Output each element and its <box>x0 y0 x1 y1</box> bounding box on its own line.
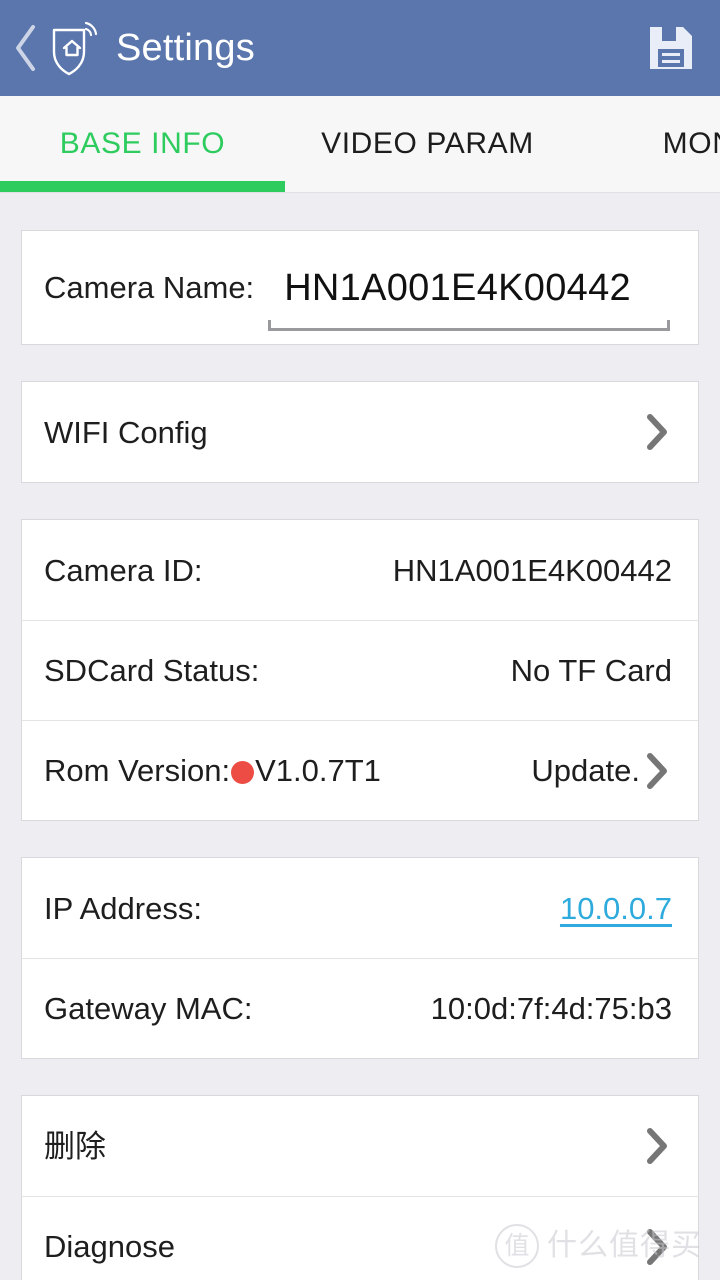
ip-address-label: IP Address: <box>44 890 202 926</box>
app-bar: Settings <box>0 0 720 96</box>
network-info-card: IP Address: 10.0.0.7 Gateway MAC: 10:0d:… <box>21 857 699 1059</box>
sdcard-status-row: SDCard Status: No TF Card <box>22 620 698 720</box>
back-button[interactable] <box>8 18 42 78</box>
active-tab-indicator <box>0 181 285 192</box>
settings-screen: Settings BASE INFO VIDEO PARAM MO Camera… <box>0 0 720 1280</box>
settings-content: Camera Name: HN1A001E4K00442 WIFI Config <box>0 194 720 1280</box>
ip-address-link[interactable]: 10.0.0.7 <box>560 893 672 924</box>
device-info-card: Camera ID: HN1A001E4K00442 SDCard Status… <box>21 519 699 821</box>
tab-label: BASE INFO <box>59 127 226 160</box>
shield-home-wifi-logo <box>44 17 100 79</box>
camera-name-value: HN1A001E4K00442 <box>284 266 631 309</box>
save-floppy-icon <box>646 23 696 73</box>
chevron-right-icon <box>642 1126 672 1166</box>
sdcard-status-label: SDCard Status: <box>44 653 260 688</box>
gateway-mac-value: 10:0d:7f:4d:75:b3 <box>430 991 672 1026</box>
tab-bar: BASE INFO VIDEO PARAM MONIT <box>0 96 720 193</box>
update-available-badge <box>231 761 255 784</box>
rom-version-value: V1.0.7T1 <box>255 753 381 788</box>
rom-version-row[interactable]: Rom Version: V1.0.7T1 Update. <box>22 720 698 820</box>
chevron-right-icon <box>642 412 672 452</box>
tab-video-param[interactable]: VIDEO PARAM <box>285 96 570 192</box>
rom-update-action[interactable]: Update. <box>531 755 640 786</box>
camera-id-label: Camera ID: <box>44 552 203 588</box>
gateway-mac-row: Gateway MAC: 10:0d:7f:4d:75:b3 <box>22 958 698 1058</box>
delete-camera-row[interactable]: 删除 <box>22 1096 698 1196</box>
tab-label: VIDEO PARAM <box>321 127 534 160</box>
delete-camera-label: 删除 <box>44 1128 106 1164</box>
ip-address-row: IP Address: 10.0.0.7 <box>22 858 698 958</box>
camera-id-row: Camera ID: HN1A001E4K00442 <box>22 520 698 620</box>
actions-card: 删除 Diagnose <box>21 1095 699 1280</box>
input-underline <box>268 319 670 331</box>
wifi-config-row[interactable]: WIFI Config <box>22 382 698 482</box>
rom-version-label: Rom Version: <box>44 753 231 788</box>
camera-id-value: HN1A001E4K00442 <box>392 552 672 588</box>
camera-name-card: Camera Name: HN1A001E4K00442 <box>21 230 699 345</box>
camera-name-label: Camera Name: <box>44 270 255 305</box>
page-title: Settings <box>116 27 255 69</box>
chevron-right-icon <box>642 1227 672 1267</box>
save-button[interactable] <box>644 21 698 75</box>
camera-name-input[interactable]: HN1A001E4K00442 <box>268 251 672 331</box>
tab-label: MONIT <box>662 127 720 160</box>
wifi-config-label: WIFI Config <box>44 414 208 450</box>
sdcard-status-value: No TF Card <box>510 653 672 688</box>
tab-monitor[interactable]: MONIT <box>570 96 720 192</box>
wifi-config-card: WIFI Config <box>21 381 699 483</box>
rom-version-group: Rom Version: V1.0.7T1 <box>44 755 381 786</box>
chevron-left-icon <box>11 22 39 74</box>
tab-base-info[interactable]: BASE INFO <box>0 96 285 192</box>
gateway-mac-label: Gateway MAC: <box>44 991 253 1026</box>
diagnose-label: Diagnose <box>44 1229 175 1264</box>
diagnose-row[interactable]: Diagnose <box>22 1196 698 1280</box>
camera-name-row: Camera Name: HN1A001E4K00442 <box>22 231 698 344</box>
chevron-right-icon <box>642 751 672 791</box>
